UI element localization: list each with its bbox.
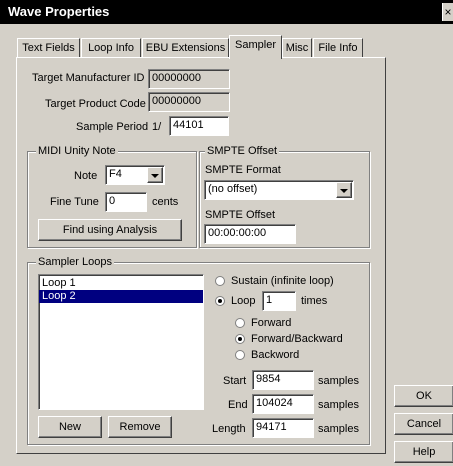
window-title: Wave Properties [8,4,110,19]
sampler-panel [16,57,386,454]
tab-sampler[interactable]: Sampler [229,35,282,59]
tab-loop-info[interactable]: Loop Info [81,38,141,58]
title-bar: Wave Properties [0,0,453,24]
tab-ebu-extensions[interactable]: EBU Extensions [142,38,229,58]
tab-text-fields[interactable]: Text Fields [17,38,80,58]
cancel-button[interactable]: Cancel [394,413,453,435]
help-button[interactable]: Help [394,441,453,463]
close-icon[interactable]: × [442,3,453,21]
tab-file-info[interactable]: File Info [313,38,363,58]
tab-misc[interactable]: Misc [282,38,312,58]
ok-button[interactable]: OK [394,385,453,407]
